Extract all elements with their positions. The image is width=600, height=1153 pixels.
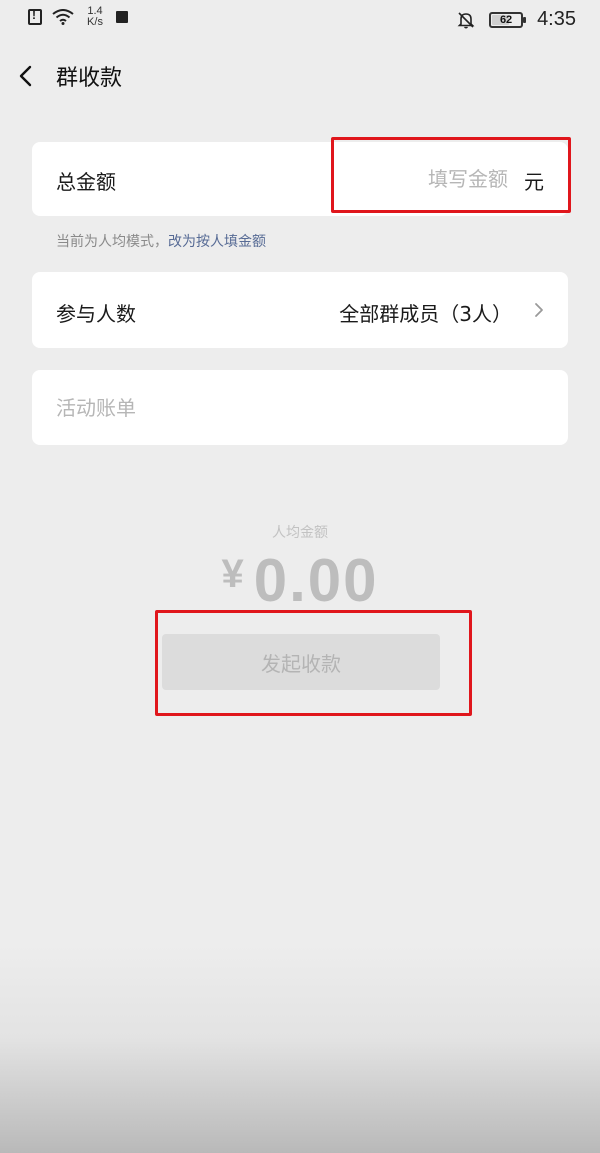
network-speed: 1.4 K/s — [84, 6, 106, 28]
mute-bell-icon — [457, 11, 475, 28]
notification-icon — [116, 11, 128, 23]
status-bar: 1.4 K/s 62 4:35 — [0, 0, 600, 38]
submit-collection-button[interactable]: 发起收款 — [162, 634, 440, 690]
per-person-label: 人均金额 — [272, 525, 328, 541]
bill-card — [32, 370, 568, 445]
status-bar-left: 1.4 K/s — [28, 6, 128, 28]
currency-unit-label: 元 — [524, 170, 544, 194]
participants-value: 全部群成员（3人） — [339, 302, 512, 326]
amount-input[interactable] — [308, 164, 508, 194]
page-title: 群收款 — [56, 66, 123, 91]
network-speed-unit: K/s — [87, 16, 103, 28]
per-person-amount: ¥0.00 — [0, 546, 600, 615]
chevron-right-icon — [535, 303, 543, 317]
status-bar-right: 62 4:35 — [457, 8, 576, 31]
mode-hint-text: 当前为人均模式， — [56, 234, 168, 250]
header: 群收款 — [0, 50, 600, 102]
total-amount-label: 总金额 — [56, 170, 116, 194]
status-time: 4:35 — [537, 8, 576, 30]
switch-mode-link[interactable]: 改为按人填金额 — [168, 234, 266, 250]
battery-level: 62 — [499, 13, 513, 26]
per-person-amount-value: 0.00 — [253, 547, 379, 614]
battery-icon: 62 — [489, 11, 527, 28]
total-amount-card: 总金额 元 — [32, 142, 568, 216]
currency-symbol: ¥ — [221, 552, 244, 596]
alert-icon — [28, 8, 42, 25]
bill-input[interactable] — [56, 392, 536, 424]
back-arrow-icon[interactable] — [14, 60, 42, 92]
mode-hint: 当前为人均模式，改为按人填金额 — [56, 231, 266, 251]
wifi-icon — [52, 9, 74, 25]
participants-row[interactable]: 参与人数 全部群成员（3人） — [32, 272, 568, 348]
participants-label: 参与人数 — [56, 302, 136, 326]
